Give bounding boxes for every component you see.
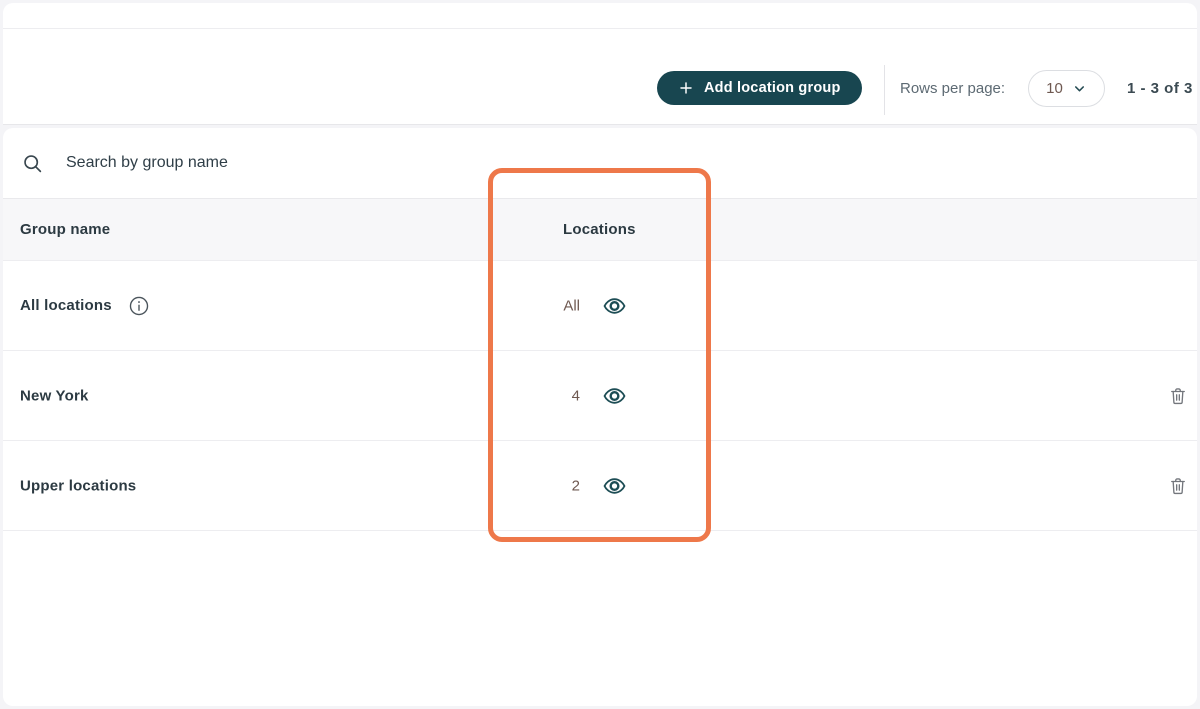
locations-cell: All [537,294,626,317]
group-name: Upper locations [20,477,137,494]
rows-per-page-value: 10 [1046,80,1063,97]
location-count: 4 [571,387,580,404]
search-icon [22,153,43,174]
info-button[interactable] [128,295,150,317]
trash-icon [1168,385,1188,406]
location-groups-table-card: Group name Locations All locations All New… [3,128,1197,706]
column-header-locations: Locations [563,221,636,238]
view-locations-button[interactable] [603,474,626,497]
pagination-range: 1 - 3 of 3 [1127,80,1193,97]
toolbar-divider [884,65,885,115]
column-header-group-name: Group name [20,221,111,238]
trash-icon [1168,475,1188,496]
group-name-cell: New York [20,387,89,404]
rows-per-page-select[interactable]: 10 [1028,70,1105,107]
search-bar [3,128,1197,199]
table-body: All locations All New York 4 Upper locations… [3,261,1197,531]
delete-group-button[interactable] [1168,475,1188,496]
rows-per-page-label: Rows per page: [900,80,1006,97]
location-count: All [563,297,580,314]
add-location-group-label: Add location group [704,80,841,96]
locations-cell: 2 [537,474,626,497]
eye-icon [603,294,626,317]
toolbar-card: Add location group Rows per page: 10 1 -… [3,3,1197,125]
table-header: Group name Locations [3,199,1197,261]
table-row: New York 4 [3,351,1197,441]
table-row: Upper locations 2 [3,441,1197,531]
location-count: 2 [571,477,580,494]
top-strip [3,3,1197,29]
group-name: New York [20,387,89,404]
locations-cell: 4 [537,384,626,407]
table-row: All locations All [3,261,1197,351]
delete-group-button[interactable] [1168,385,1188,406]
view-locations-button[interactable] [603,384,626,407]
info-circle-icon [128,295,150,317]
group-name: All locations [20,297,112,314]
view-locations-button[interactable] [603,294,626,317]
search-input[interactable] [64,153,708,173]
group-name-cell: Upper locations [20,477,136,494]
group-name-cell: All locations [20,295,150,317]
chevron-down-icon [1072,81,1087,96]
eye-icon [603,474,626,497]
add-location-group-button[interactable]: Add location group [657,71,862,105]
eye-icon [603,384,626,407]
plus-icon [678,80,694,96]
